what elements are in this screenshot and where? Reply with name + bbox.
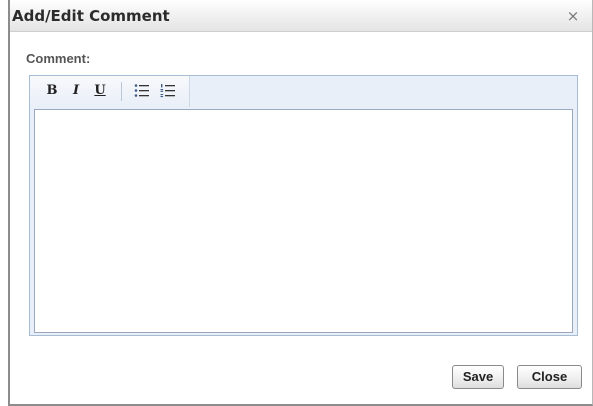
bulleted-list-button[interactable] (133, 82, 151, 100)
dialog-titlebar[interactable]: Add/Edit Comment × (10, 0, 592, 32)
rich-text-editor: B I U (29, 75, 578, 336)
numbered-list-button[interactable] (159, 82, 177, 100)
close-button[interactable]: Close (517, 365, 582, 389)
bold-button[interactable]: B (43, 82, 61, 100)
editor-toolbar: B I U (30, 76, 190, 107)
save-button[interactable]: Save (452, 365, 504, 389)
add-edit-comment-dialog: Add/Edit Comment × Comment: B I U Save C… (8, 0, 593, 406)
comment-label: Comment: (26, 51, 91, 66)
numbered-list-icon (160, 84, 175, 98)
toolbar-separator (121, 82, 122, 101)
close-icon[interactable]: × (566, 9, 580, 24)
underline-button[interactable]: U (91, 82, 109, 100)
comment-textarea[interactable] (34, 109, 573, 333)
dialog-title: Add/Edit Comment (12, 7, 170, 25)
bulleted-list-icon (134, 84, 149, 97)
italic-button[interactable]: I (67, 82, 85, 100)
